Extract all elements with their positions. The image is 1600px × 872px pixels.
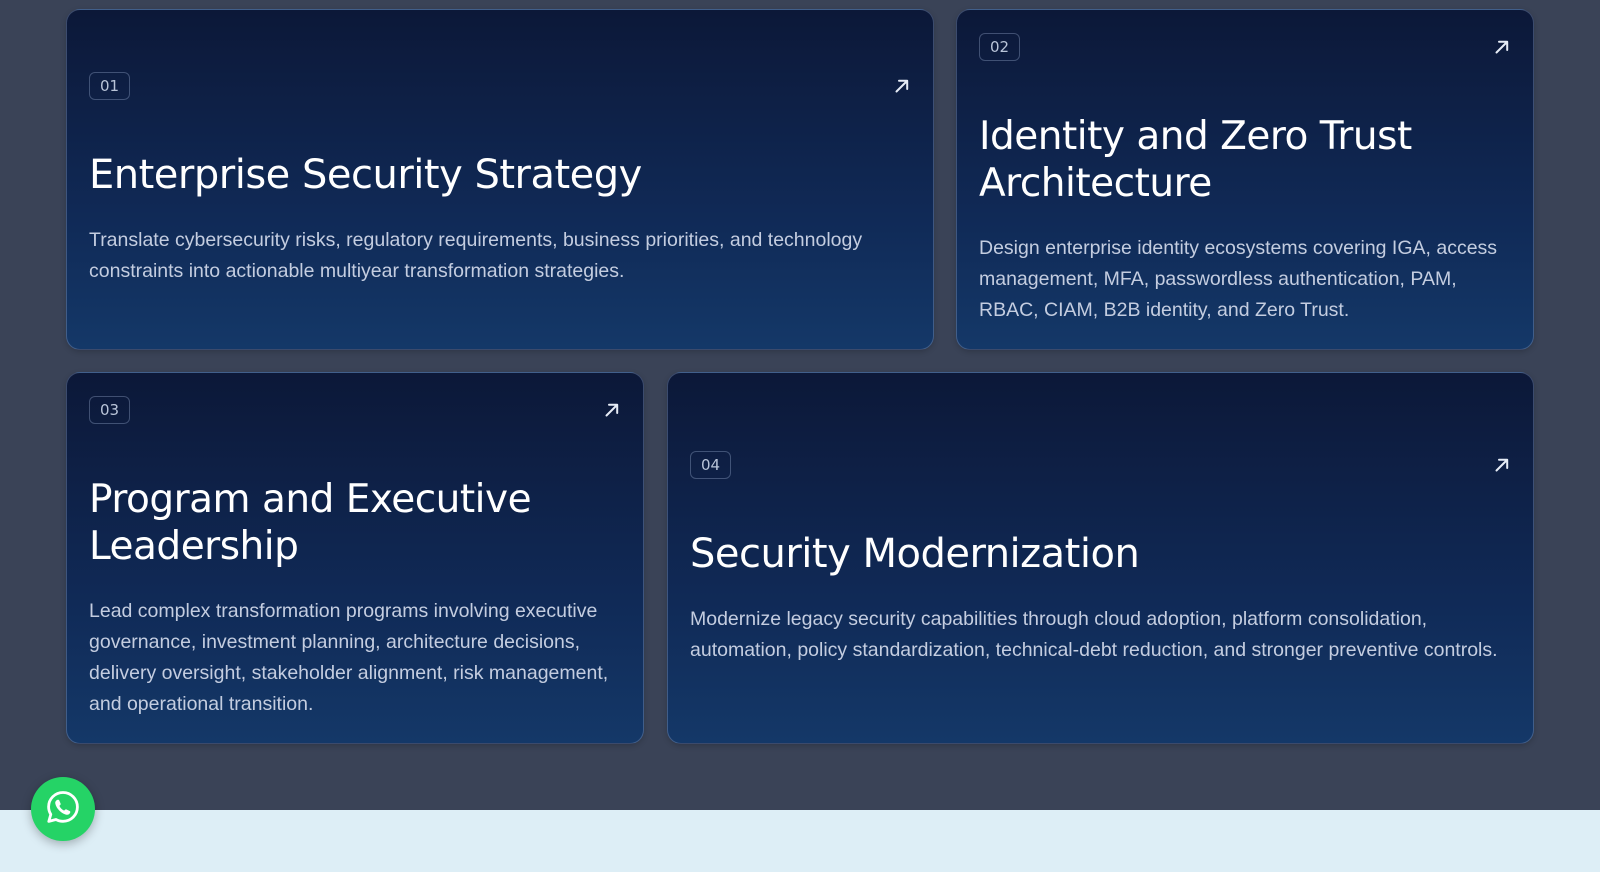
service-card-identity-zero-trust[interactable]: 02 Identity and Zero Trust Architecture … xyxy=(956,9,1534,350)
card-header: 01 xyxy=(89,72,911,100)
card-number-badge: 04 xyxy=(690,450,732,479)
service-card-program-executive-leadership[interactable]: 03 Program and Executive Leadership Lead… xyxy=(66,372,644,744)
card-number-badge: 01 xyxy=(89,72,131,100)
card-header: 04 xyxy=(690,450,1511,479)
footer-band xyxy=(0,810,1600,872)
card-number-badge: 02 xyxy=(979,33,1021,61)
card-title: Enterprise Security Strategy xyxy=(89,152,642,198)
arrow-up-right-icon[interactable] xyxy=(1493,456,1511,474)
arrow-up-right-icon[interactable] xyxy=(1493,38,1511,56)
card-description: Modernize legacy security capabilities t… xyxy=(690,607,1498,661)
card-number-badge: 03 xyxy=(89,396,131,424)
card-title: Program and Executive Leadership xyxy=(89,477,532,569)
card-title: Security Modernization xyxy=(690,530,1140,577)
card-description: Design enterprise identity ecosystems co… xyxy=(979,237,1498,321)
arrow-up-right-icon[interactable] xyxy=(603,401,621,419)
service-card-enterprise-security-strategy[interactable]: 01 Enterprise Security Strategy Translat… xyxy=(66,9,934,350)
arrow-up-right-icon[interactable] xyxy=(893,77,911,95)
whatsapp-button[interactable] xyxy=(31,777,95,841)
card-header: 03 xyxy=(89,396,621,424)
whatsapp-icon xyxy=(43,787,83,832)
card-description: Lead complex transformation programs inv… xyxy=(89,600,609,715)
services-section: 01 Enterprise Security Strategy Translat… xyxy=(0,0,1600,810)
card-title: Identity and Zero Trust Architecture xyxy=(979,114,1412,206)
card-header: 02 xyxy=(979,33,1511,61)
card-description: Translate cybersecurity risks, regulator… xyxy=(89,229,863,282)
service-card-security-modernization[interactable]: 04 Security Modernization Modernize lega… xyxy=(667,372,1534,744)
